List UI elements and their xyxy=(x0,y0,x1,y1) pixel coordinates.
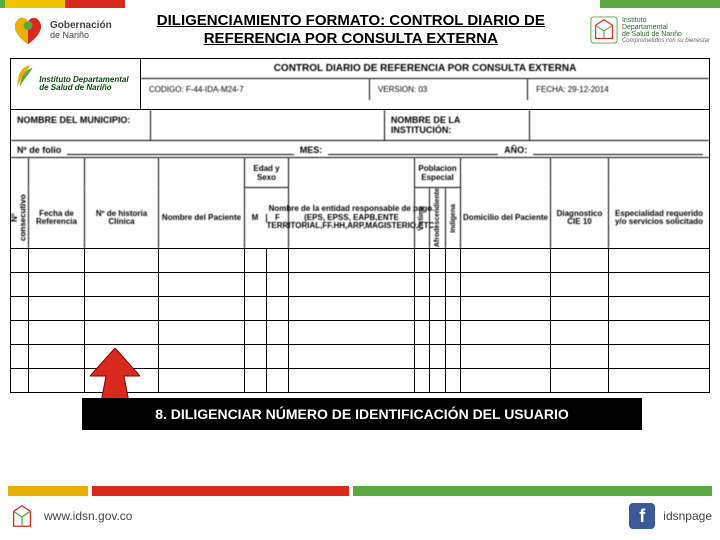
table-row xyxy=(11,272,709,296)
folio-value xyxy=(67,145,293,155)
form-title: CONTROL DIARIO DE REFERENCIA POR CONSULT… xyxy=(141,59,709,79)
folio-label: Nº de folio xyxy=(17,145,61,155)
page-title: DILIGENCIAMIENTO FORMATO: CONTROL DIARIO… xyxy=(120,12,582,48)
heart-icon xyxy=(10,14,46,46)
footer-cube-icon xyxy=(8,502,36,530)
fecha-cell: FECHA: 29-12-2014 xyxy=(528,79,709,100)
facebook-icon: f xyxy=(629,503,655,529)
municipio-label: NOMBRE DEL MUNICIPIO: xyxy=(11,110,151,140)
leaf-icon xyxy=(15,63,36,105)
col-domicilio: Domicilio del Paciente xyxy=(461,188,551,248)
col-especialidad: Especialidad requerido y/o servicios sol… xyxy=(609,188,709,248)
form-logo-text: Instituto Departamental de Salud de Nari… xyxy=(39,76,136,93)
col-consecutivo: Nº consecutivo xyxy=(11,190,28,246)
col-edad-sexo: Edad y Sexo xyxy=(245,158,289,188)
col-indigena: Indigena xyxy=(450,204,457,233)
table-row xyxy=(11,296,709,320)
institucion-value xyxy=(530,110,709,140)
gob-sub: de Nariño xyxy=(50,30,89,40)
col-paciente: Nombre del Paciente xyxy=(159,188,245,248)
form-table: Instituto Departamental de Salud de Nari… xyxy=(10,58,710,393)
version-cell: VERSION: 03 xyxy=(370,79,528,100)
col-victima: Victima xyxy=(418,206,425,231)
col-entidad: Nombre de la entidad responsable de pago… xyxy=(289,188,415,248)
instruction-callout: 8. DILIGENCIAR NÚMERO DE IDENTIFICACIÓN … xyxy=(82,398,642,430)
footer-url: www.idsn.gov.co xyxy=(44,509,132,523)
top-stripe xyxy=(0,0,720,8)
col-historia: Nº de historia Clínica xyxy=(85,188,159,248)
col-m: M xyxy=(245,214,267,222)
inst-tag: Comprometidos con su bienestar xyxy=(622,38,710,44)
col-afro: Afrodescendiente xyxy=(434,188,441,247)
inst-l2: Departamental xyxy=(622,24,710,31)
col-poblacion: Poblacion Especial xyxy=(415,158,461,188)
institucion-label: NOMBRE DE LA INSTITUCIÓN: xyxy=(385,110,530,140)
mes-label: MES: xyxy=(300,145,323,155)
gobernacion-logo: Gobernación de Nariño xyxy=(10,14,112,46)
table-row xyxy=(11,320,709,344)
inst-l1: Instituto xyxy=(622,17,710,24)
col-cie: Diagnostico CIE 10 xyxy=(551,188,609,248)
col-fecha-ref: Fecha de Referencia xyxy=(29,188,85,248)
cube-icon xyxy=(590,16,618,44)
ano-value xyxy=(533,145,703,155)
codigo-cell: CODIGO: F-44-IDA-M24-7 xyxy=(141,79,370,100)
instituto-logo: Instituto Departamental de Salud de Nari… xyxy=(590,16,710,44)
inst-l3: de Salud de Nariño xyxy=(622,31,710,38)
ano-label: AÑO: xyxy=(504,145,527,155)
municipio-value xyxy=(151,110,385,140)
form-logo-cell: Instituto Departamental de Salud de Nari… xyxy=(11,59,141,109)
footer: www.idsn.gov.co f idsnpage xyxy=(0,486,720,540)
footer-fb: idsnpage xyxy=(663,509,712,523)
header: Gobernación de Nariño DILIGENCIAMIENTO F… xyxy=(0,8,720,54)
mes-value xyxy=(328,145,498,155)
table-row xyxy=(11,248,709,272)
